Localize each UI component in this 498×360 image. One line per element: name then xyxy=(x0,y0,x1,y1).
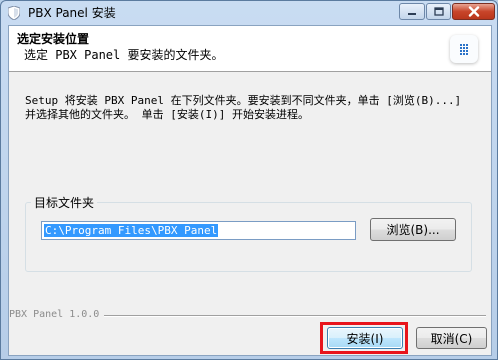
destination-group-label: 目标文件夹 xyxy=(31,194,98,211)
window-title: PBX Panel 安装 xyxy=(28,6,116,20)
instructions-line-2: 并选择其他的文件夹。 单击 [安装(I)] 开始安装进程。 xyxy=(25,108,309,121)
instructions-line-1: Setup 将安装 PBX Panel 在下列文件夹。要安装到不同文件夹，单击 … xyxy=(25,94,462,107)
browse-button[interactable]: 浏览(B)... xyxy=(370,218,456,241)
instructions-text: Setup 将安装 PBX Panel 在下列文件夹。要安装到不同文件夹，单击 … xyxy=(25,94,485,122)
installer-window: PBX Panel 安装 选定安装位置 选定 PBX Panel 要安装的文件夹… xyxy=(0,0,498,360)
page-subtitle: 选定 PBX Panel 要安装的文件夹。 xyxy=(24,48,224,62)
close-button[interactable] xyxy=(452,3,495,20)
page-header: 选定安装位置 选定 PBX Panel 要安装的文件夹。 xyxy=(9,26,491,72)
cancel-button[interactable]: 取消(C) xyxy=(416,327,487,349)
destination-path-input[interactable]: C:\Program Files\PBX Panel xyxy=(41,221,356,240)
shield-icon xyxy=(8,6,20,20)
minimize-icon xyxy=(408,12,416,15)
dialog-body: 选定安装位置 选定 PBX Panel 要安装的文件夹。 Setup 将安装 P… xyxy=(8,25,492,356)
keypad-logo-icon xyxy=(450,35,478,63)
page-title: 选定安装位置 xyxy=(17,32,90,46)
maximize-icon xyxy=(433,7,444,16)
maximize-button[interactable] xyxy=(426,3,451,20)
branding-text: PBX Panel 1.0.0 xyxy=(9,309,100,320)
title-bar[interactable]: PBX Panel 安装 xyxy=(1,1,497,25)
footer-divider xyxy=(104,315,486,317)
close-icon xyxy=(468,6,479,17)
destination-path-value: C:\Program Files\PBX Panel xyxy=(44,224,219,237)
minimize-button[interactable] xyxy=(399,3,425,20)
install-button[interactable]: 安装(I) xyxy=(327,327,403,349)
